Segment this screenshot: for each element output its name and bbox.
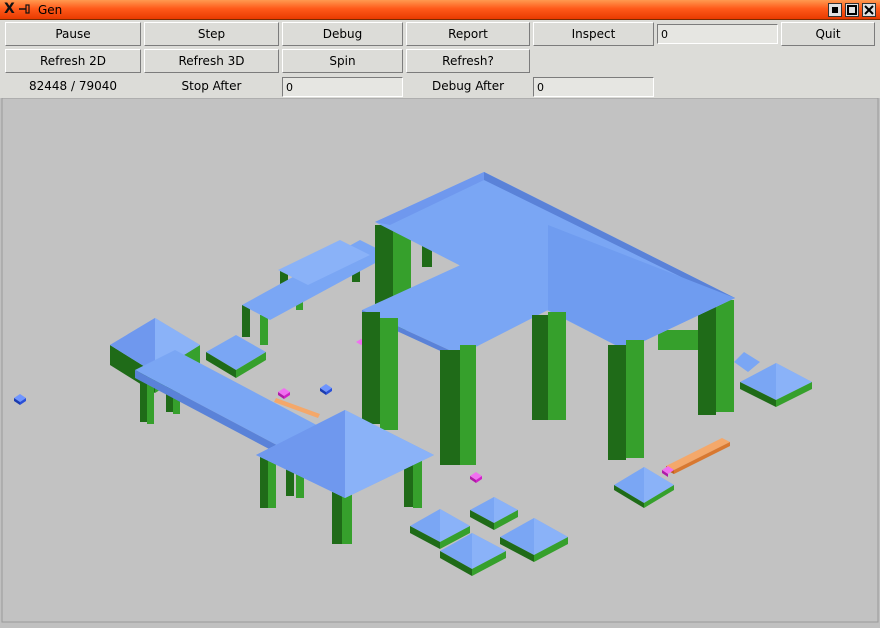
debug-after-input[interactable]: 0 xyxy=(533,77,654,97)
stop-after-label: Stop After xyxy=(181,79,242,93)
stop-after-input[interactable]: 0 xyxy=(282,77,403,97)
scene-3d-view[interactable] xyxy=(0,98,880,628)
pause-button[interactable]: Pause xyxy=(5,22,141,46)
window-title: Gen xyxy=(38,3,63,17)
title-bar[interactable]: X Gen xyxy=(0,0,880,20)
refresh-toggle-button[interactable]: Refresh? xyxy=(406,49,530,73)
inspect-button[interactable]: Inspect xyxy=(533,22,654,46)
pin-icon[interactable] xyxy=(19,3,31,15)
debug-button[interactable]: Debug xyxy=(282,22,403,46)
quit-button[interactable]: Quit xyxy=(781,22,875,46)
refresh-3d-button[interactable]: Refresh 3D xyxy=(144,49,279,73)
iteration-counter: 82448 / 79040 xyxy=(28,79,118,93)
control-panel: Pause Step Debug Report Inspect 0 Quit R… xyxy=(0,20,880,98)
inspect-input[interactable]: 0 xyxy=(657,24,778,44)
debug-after-label: Debug After xyxy=(431,79,505,93)
refresh-2d-button[interactable]: Refresh 2D xyxy=(5,49,141,73)
report-button[interactable]: Report xyxy=(406,22,530,46)
spin-button[interactable]: Spin xyxy=(282,49,403,73)
maximize-icon[interactable] xyxy=(845,3,859,17)
close-icon[interactable] xyxy=(862,3,876,17)
step-button[interactable]: Step xyxy=(144,22,279,46)
x-logo-icon[interactable]: X xyxy=(4,1,15,17)
minimize-icon[interactable] xyxy=(828,3,842,17)
